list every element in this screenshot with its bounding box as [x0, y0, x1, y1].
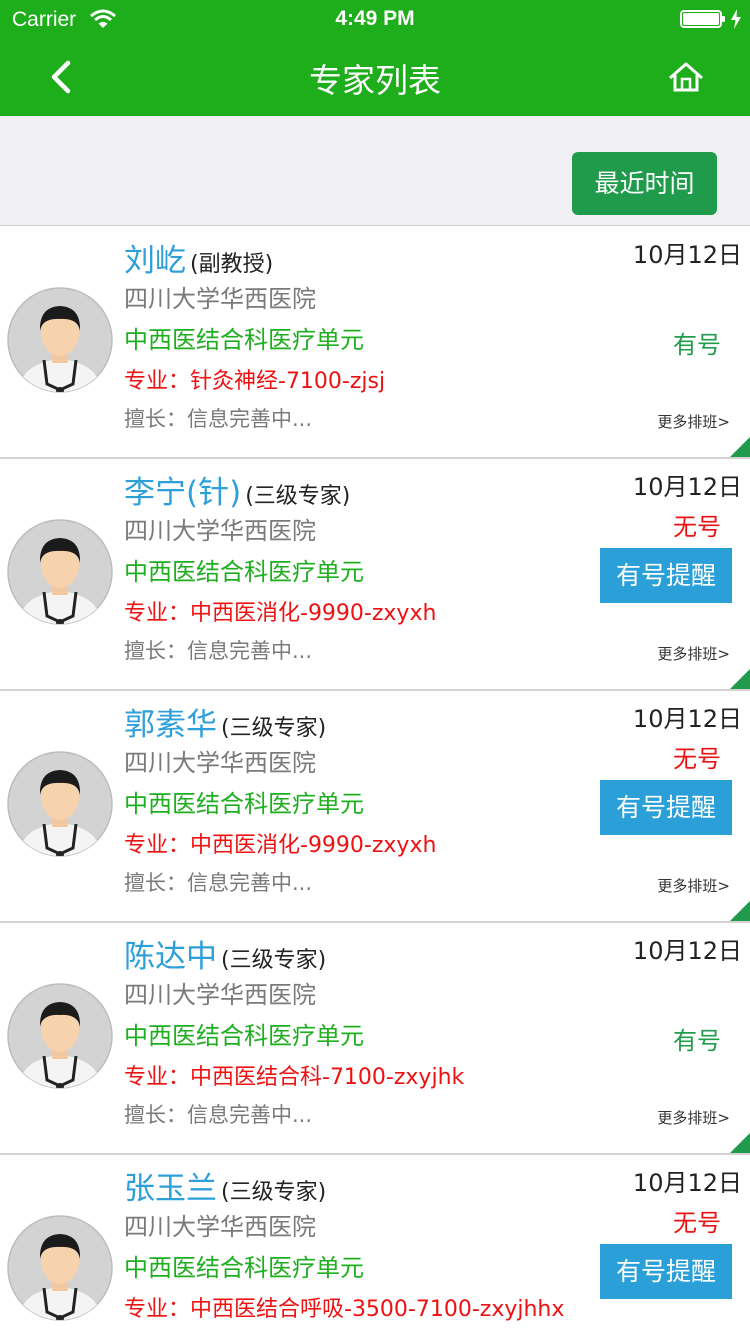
doctor-avatar — [7, 983, 113, 1089]
availability-status: 无号 — [673, 745, 721, 773]
doctor-title: (三级专家) — [221, 716, 327, 741]
doctor-avatar — [7, 751, 113, 857]
hospital-name: 四川大学华西医院 — [124, 1213, 316, 1241]
doctor-avatar — [7, 287, 113, 393]
more-schedules-link[interactable]: 更多排班> — [657, 875, 730, 896]
doctor-title: (副教授) — [190, 252, 274, 277]
home-icon[interactable] — [666, 58, 706, 96]
doctor-specialty: 擅长：信息完善中... — [124, 1103, 313, 1127]
doctor-major: 专业：中西医结合科-7100-zxyjhk — [124, 1065, 465, 1090]
corner-indicator — [730, 901, 750, 921]
schedule-date: 10月12日 — [632, 937, 742, 965]
battery-icon — [680, 10, 725, 28]
schedule-date: 10月12日 — [632, 241, 742, 269]
corner-indicator — [730, 1133, 750, 1153]
doctor-major: 专业：中西医消化-9990-zxyxh — [124, 833, 437, 858]
doctor-title: (三级专家) — [221, 1180, 327, 1205]
doctor-name: 郭素华 (三级专家) — [124, 699, 326, 744]
schedule-date: 10月12日 — [632, 705, 742, 733]
doctor-major: 专业：针灸神经-7100-zjsj — [124, 369, 386, 394]
doctor-specialty: 擅长：信息完善中... — [124, 407, 313, 431]
charging-icon — [731, 9, 741, 29]
department-name: 中西医结合科医疗单元 — [124, 1254, 364, 1282]
hospital-name: 四川大学华西医院 — [124, 517, 316, 545]
doctor-name: 陈达中 (三级专家) — [124, 931, 326, 976]
hospital-name: 四川大学华西医院 — [124, 749, 316, 777]
doctor-specialty: 擅长：信息完善中... — [124, 871, 313, 895]
department-name: 中西医结合科医疗单元 — [124, 790, 364, 818]
department-name: 中西医结合科医疗单元 — [124, 326, 364, 354]
doctor-card[interactable]: 刘屹 (副教授) 四川大学华西医院 中西医结合科医疗单元 专业：针灸神经-7100… — [0, 227, 750, 459]
doctor-avatar — [7, 1215, 113, 1321]
doctor-name-text: 刘屹 — [124, 243, 186, 279]
doctor-card[interactable]: 张玉兰 (三级专家) 四川大学华西医院 中西医结合科医疗单元 专业：中西医结合呼吸… — [0, 1155, 750, 1333]
schedule-date: 10月12日 — [632, 473, 742, 501]
doctor-avatar — [7, 519, 113, 625]
doctor-name-text: 李宁(针) — [124, 475, 242, 511]
navigation-bar: Carrier 4:49 PM 专家列表 — [0, 0, 750, 116]
more-schedules-link[interactable]: 更多排班> — [657, 1107, 730, 1128]
sort-by-recent-button[interactable]: 最近时间 — [572, 152, 717, 215]
department-name: 中西医结合科医疗单元 — [124, 1022, 364, 1050]
page-title: 专家列表 — [309, 61, 441, 100]
doctor-card[interactable]: 李宁(针) (三级专家) 四川大学华西医院 中西医结合科医疗单元 专业：中西医消化… — [0, 459, 750, 691]
hospital-name: 四川大学华西医院 — [124, 285, 316, 313]
slot-reminder-button[interactable]: 有号提醒 — [600, 548, 732, 603]
status-time: 4:49 PM — [335, 7, 415, 30]
doctor-specialty: 擅长：信息完善中... — [124, 639, 313, 663]
doctor-name: 李宁(针) (三级专家) — [124, 467, 350, 512]
corner-indicator — [730, 437, 750, 457]
doctor-major: 专业：中西医结合呼吸-3500-7100-zxyjhhx — [124, 1297, 565, 1322]
doctor-title: (三级专家) — [221, 948, 327, 973]
doctor-major: 专业：中西医消化-9990-zxyxh — [124, 601, 437, 626]
doctor-name-text: 郭素华 — [124, 707, 217, 743]
slot-reminder-button[interactable]: 有号提醒 — [600, 1244, 732, 1299]
doctor-card[interactable]: 陈达中 (三级专家) 四川大学华西医院 中西医结合科医疗单元 专业：中西医结合科-… — [0, 923, 750, 1155]
hospital-name: 四川大学华西医院 — [124, 981, 316, 1009]
availability-status: 无号 — [673, 513, 721, 541]
doctor-card[interactable]: 郭素华 (三级专家) 四川大学华西医院 中西医结合科医疗单元 专业：中西医消化-9… — [0, 691, 750, 923]
more-schedules-link[interactable]: 更多排班> — [657, 411, 730, 432]
department-name: 中西医结合科医疗单元 — [124, 558, 364, 586]
filter-bar: 最近时间 — [0, 116, 750, 226]
corner-indicator — [730, 669, 750, 689]
expert-list: 刘屹 (副教授) 四川大学华西医院 中西医结合科医疗单元 专业：针灸神经-7100… — [0, 227, 750, 1333]
doctor-name: 张玉兰 (三级专家) — [124, 1163, 326, 1208]
slot-reminder-button[interactable]: 有号提醒 — [600, 780, 732, 835]
schedule-date: 10月12日 — [632, 1169, 742, 1197]
doctor-name-text: 陈达中 — [124, 939, 217, 975]
availability-status: 有号 — [673, 1027, 721, 1055]
availability-status: 无号 — [673, 1209, 721, 1237]
doctor-name-text: 张玉兰 — [124, 1171, 217, 1207]
doctor-title: (三级专家) — [245, 484, 351, 509]
more-schedules-link[interactable]: 更多排班> — [657, 643, 730, 664]
doctor-name: 刘屹 (副教授) — [124, 235, 273, 280]
availability-status: 有号 — [673, 331, 721, 359]
